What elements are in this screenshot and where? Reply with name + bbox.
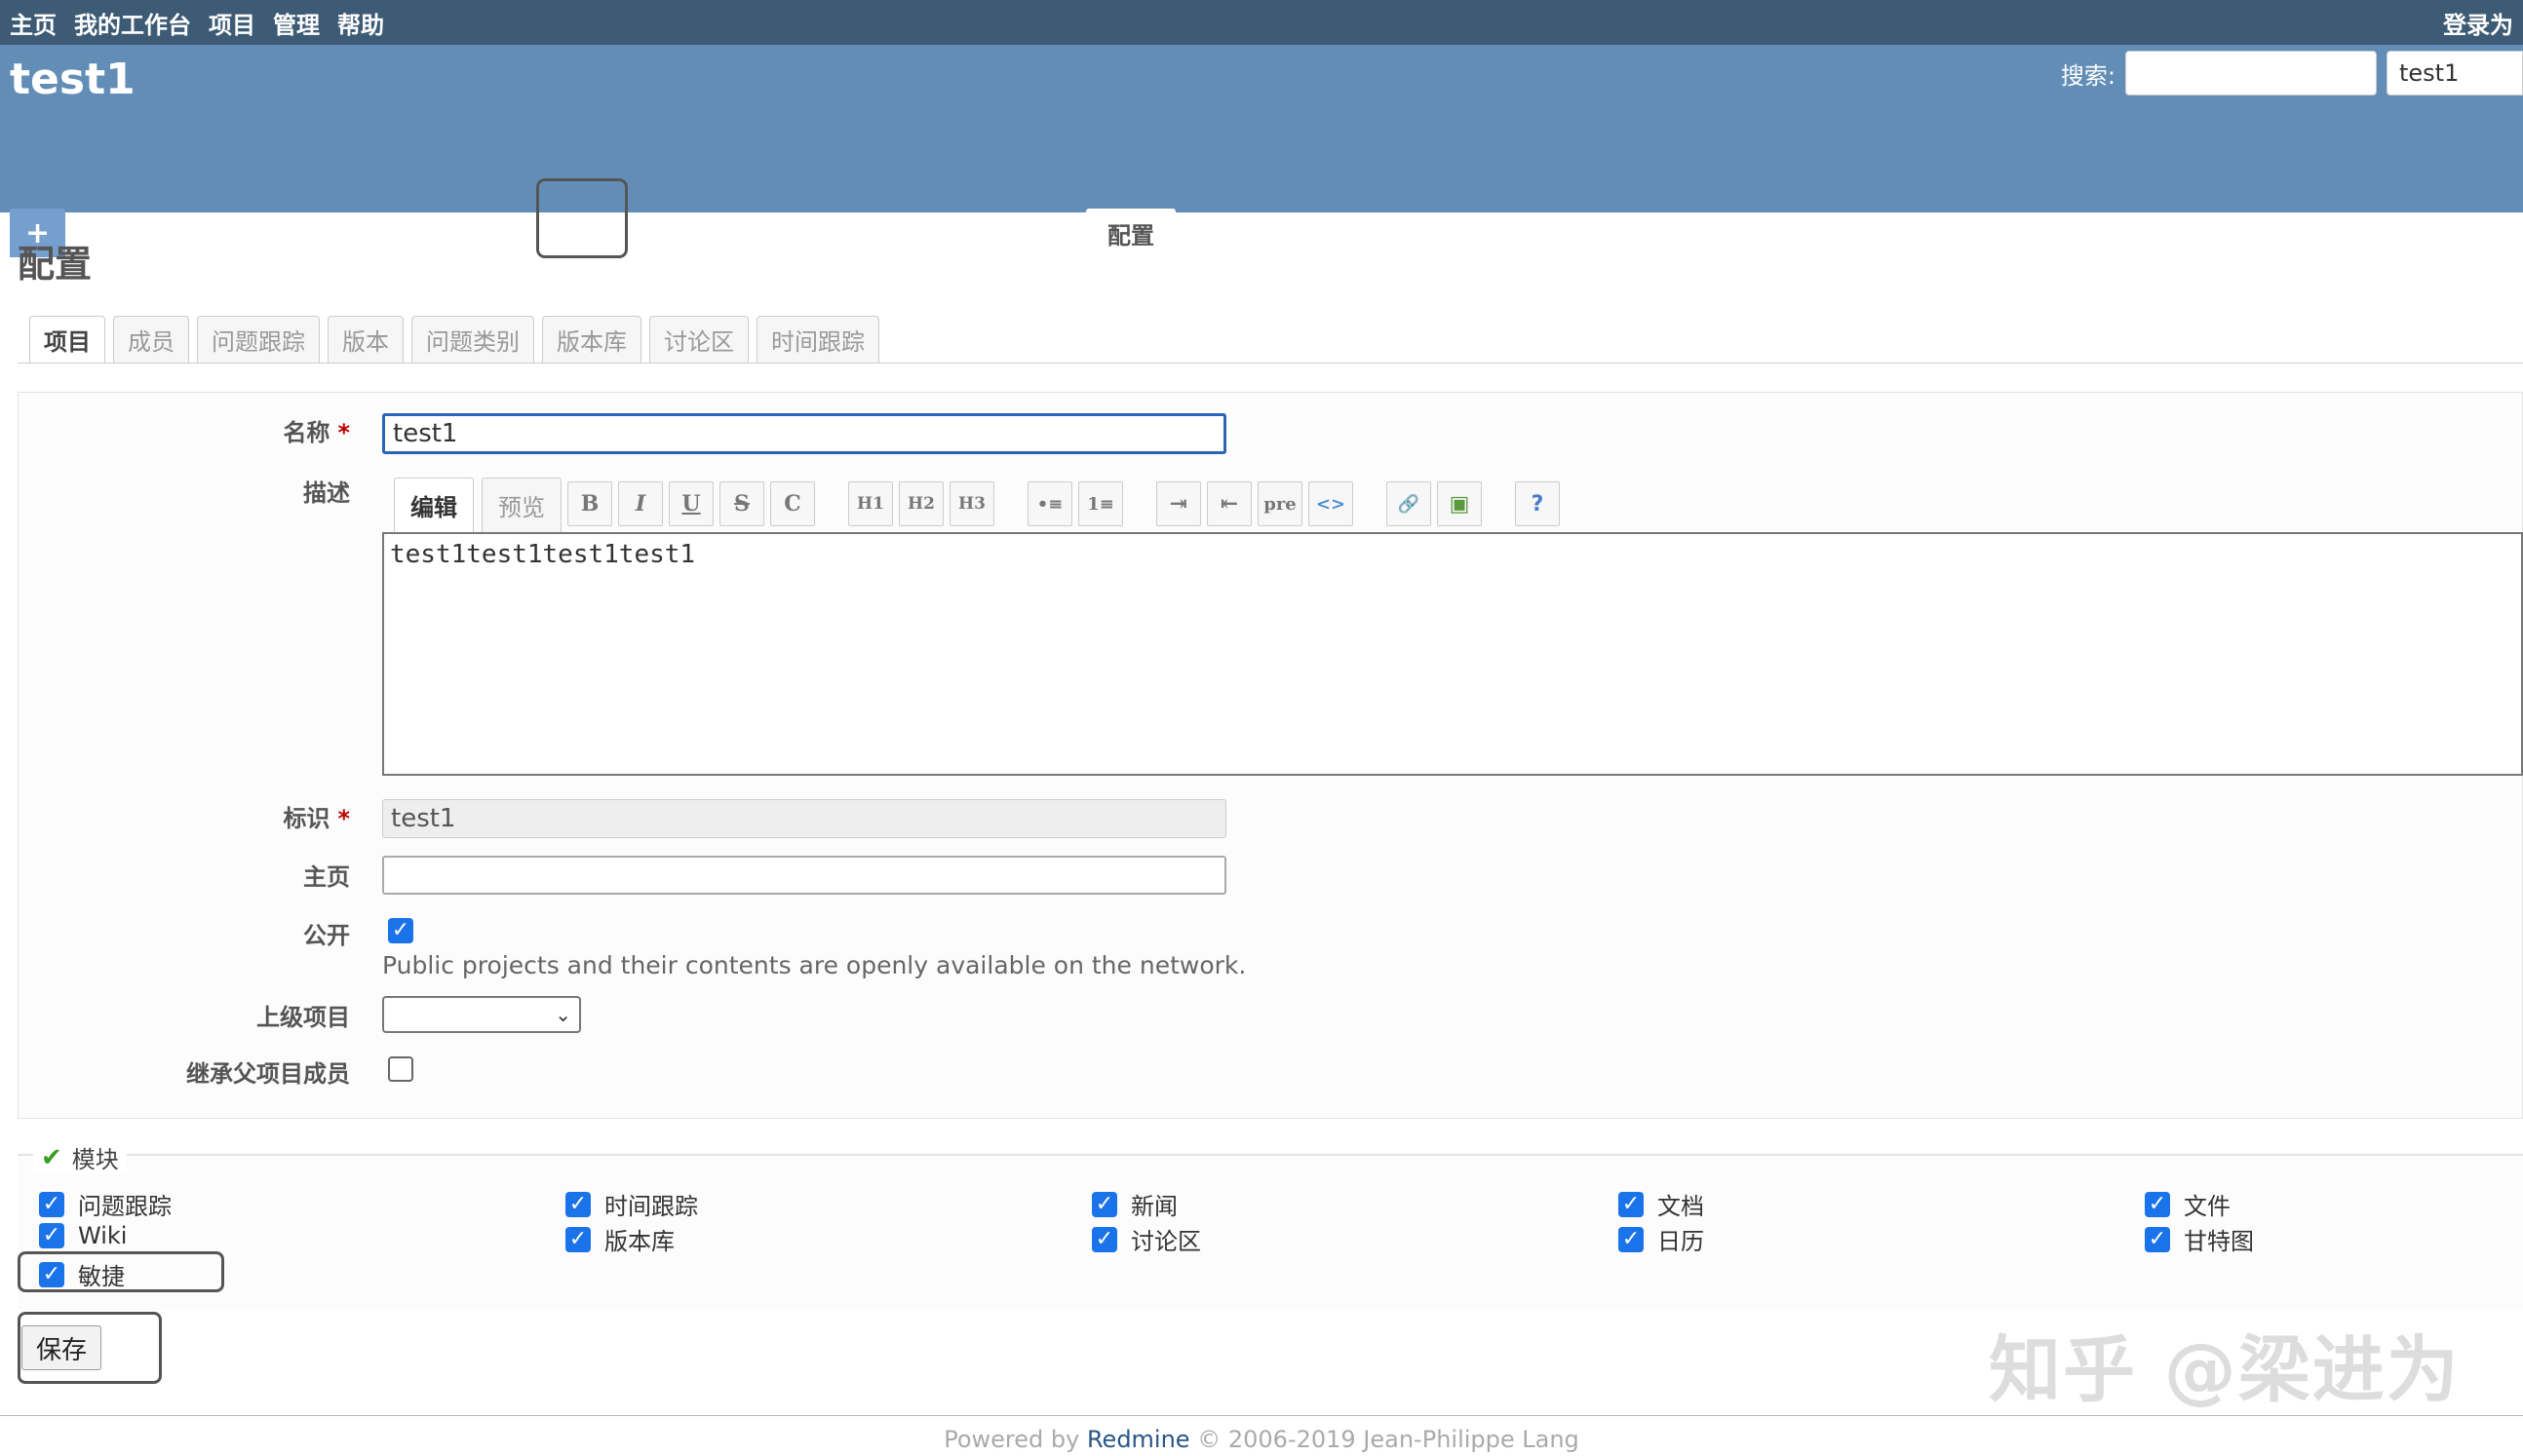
- homepage-label: 主页: [303, 863, 350, 891]
- quick-search: 搜索: test1: [2061, 51, 2523, 96]
- modules-legend-label: 模块: [71, 1146, 119, 1173]
- link-icon[interactable]: 🔗: [1386, 481, 1431, 526]
- module-documents[interactable]: 文档: [1618, 1187, 1704, 1221]
- search-label: 搜索:: [2060, 61, 2115, 90]
- check-icon: ✔: [41, 1142, 62, 1172]
- watermark: 知乎 @梁进为: [1989, 1328, 2461, 1412]
- tabs-divider: [18, 363, 2523, 364]
- module-repository[interactable]: 版本库: [565, 1222, 675, 1256]
- parent-project-select[interactable]: ⌄: [382, 996, 581, 1033]
- module-wiki[interactable]: Wiki: [39, 1222, 127, 1249]
- search-input[interactable]: [2125, 51, 2377, 96]
- module-files[interactable]: 文件: [2145, 1187, 2231, 1221]
- public-checkbox[interactable]: [388, 918, 413, 943]
- name-input[interactable]: test1: [382, 413, 1226, 454]
- public-label: 公开: [303, 922, 350, 949]
- h1-button[interactable]: H1: [848, 481, 893, 526]
- module-time-tracking[interactable]: 时间跟踪: [565, 1187, 698, 1221]
- public-hint: Public projects and their contents are o…: [382, 951, 1247, 979]
- identifier-label: 标识 *: [283, 805, 350, 832]
- help-icon[interactable]: ?: [1515, 481, 1560, 526]
- subtab-issue-categories[interactable]: 问题类别: [411, 316, 534, 363]
- top-menu-admin[interactable]: 管理: [273, 6, 320, 40]
- module-gantt[interactable]: 甘特图: [2145, 1222, 2254, 1256]
- editor-tab-preview[interactable]: 预览: [482, 478, 562, 532]
- footer-copyright: © 2006-2019 Jean-Philippe Lang: [1197, 1426, 1579, 1453]
- bold-button[interactable]: B: [567, 481, 612, 526]
- italic-button[interactable]: I: [618, 481, 663, 526]
- name-label: 名称 *: [283, 419, 350, 446]
- subtab-issue-tracking[interactable]: 问题跟踪: [197, 316, 320, 363]
- module-issue-tracking[interactable]: 问题跟踪: [39, 1187, 172, 1221]
- content: 配置 项目 成员 问题跟踪 版本 问题类别 版本库 讨论区 时间跟踪 名称 * t…: [0, 212, 2523, 1412]
- pre-button[interactable]: pre: [1258, 481, 1302, 526]
- description-label: 描述: [303, 479, 350, 507]
- subtab-time-tracking[interactable]: 时间跟踪: [757, 316, 879, 363]
- wiki-toolbar: B I U S C H1 H2 H3 •≡ 1≡ ⇥ ⇤ pre <> 🔗 ▣ …: [567, 481, 1560, 526]
- parent-label: 上级项目: [256, 1004, 350, 1031]
- ordered-list-icon[interactable]: 1≡: [1078, 481, 1123, 526]
- homepage-input[interactable]: [382, 856, 1226, 895]
- identifier-input: test1: [382, 799, 1226, 838]
- chevron-down-icon: ⌄: [555, 1003, 571, 1026]
- strike-button[interactable]: S: [719, 481, 764, 526]
- header: test1 搜索: test1 + 概述 活动 问题 耗时 甘特图 敏捷 日历 …: [0, 45, 2523, 258]
- code-button[interactable]: C: [770, 481, 815, 526]
- redmine-link[interactable]: Redmine: [1087, 1426, 1190, 1453]
- save-button[interactable]: 保存: [21, 1325, 101, 1370]
- indent-icon[interactable]: ⇥: [1156, 481, 1201, 526]
- subtab-repositories[interactable]: 版本库: [542, 316, 641, 363]
- modules-legend[interactable]: ✔ 模块: [33, 1140, 127, 1174]
- project-title: test1: [10, 55, 136, 104]
- top-menu: 主页 我的工作台 项目 管理 帮助 登录为: [0, 0, 2523, 45]
- subtab-members[interactable]: 成员: [113, 316, 189, 363]
- underline-button[interactable]: U: [669, 481, 714, 526]
- settings-tabs: 项目 成员 问题跟踪 版本 问题类别 版本库 讨论区 时间跟踪: [29, 316, 879, 363]
- footer-prefix: Powered by: [944, 1426, 1080, 1453]
- page-title: 配置: [18, 243, 93, 286]
- h3-button[interactable]: H3: [950, 481, 994, 526]
- image-icon[interactable]: ▣: [1437, 481, 1482, 526]
- code-highlight-icon[interactable]: <>: [1308, 481, 1353, 526]
- unordered-list-icon[interactable]: •≡: [1028, 481, 1072, 526]
- top-menu-my-page[interactable]: 我的工作台: [74, 6, 191, 40]
- module-calendar[interactable]: 日历: [1618, 1222, 1704, 1256]
- top-menu-projects[interactable]: 项目: [209, 6, 255, 40]
- subtab-boards[interactable]: 讨论区: [649, 316, 749, 363]
- inherit-members-label: 继承父项目成员: [186, 1060, 350, 1088]
- subtab-versions[interactable]: 版本: [328, 316, 404, 363]
- inherit-members-checkbox[interactable]: [388, 1056, 413, 1086]
- subtab-project[interactable]: 项目: [29, 316, 105, 363]
- editor-tabs: 编辑 预览: [394, 478, 562, 532]
- outdent-icon[interactable]: ⇤: [1207, 481, 1252, 526]
- footer: Powered by Redmine © 2006-2019 Jean-Phil…: [0, 1415, 2523, 1456]
- agile-module-highlight: [18, 1251, 224, 1292]
- top-menu-help[interactable]: 帮助: [337, 6, 384, 40]
- h2-button[interactable]: H2: [899, 481, 944, 526]
- description-textarea[interactable]: test1test1test1test1: [382, 532, 2523, 776]
- module-boards[interactable]: 讨论区: [1092, 1222, 1201, 1256]
- editor-tab-edit[interactable]: 编辑: [394, 478, 474, 532]
- top-menu-home[interactable]: 主页: [10, 6, 57, 40]
- project-jump-select[interactable]: test1: [2387, 51, 2523, 96]
- module-news[interactable]: 新闻: [1092, 1187, 1178, 1221]
- logged-as-label: 登录为: [2443, 11, 2513, 39]
